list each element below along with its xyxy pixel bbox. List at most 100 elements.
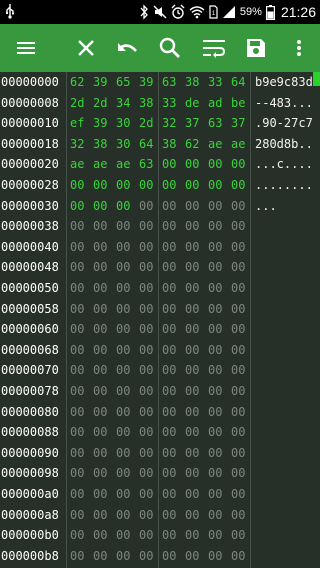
hex-byte[interactable]: 00 [185,199,199,213]
hex-byte[interactable]: 62 [185,137,199,151]
hex-byte[interactable]: 30 [116,137,130,151]
hex-byte[interactable]: 00 [208,425,222,439]
hex-byte[interactable]: 2d [93,96,107,110]
hex-byte[interactable]: 00 [208,384,222,398]
hex-byte[interactable]: 00 [93,384,107,398]
hex-byte[interactable]: 00 [162,199,176,213]
hex-byte[interactable]: 00 [116,363,130,377]
hex-byte[interactable]: 00 [93,549,107,563]
hex-byte[interactable]: 00 [162,302,176,316]
hex-byte[interactable]: 00 [162,260,176,274]
hex-view[interactable]: 00000000 62 39 65 39 63 38 33 64 b9e9c83d 00000008… [0,72,320,568]
hex-byte[interactable]: 00 [185,178,199,192]
hex-byte[interactable]: 00 [116,549,130,563]
hex-byte[interactable]: 00 [116,178,130,192]
hex-byte[interactable]: 00 [70,178,84,192]
save-icon[interactable] [236,24,276,72]
hex-byte[interactable]: 00 [139,302,153,316]
hex-byte[interactable]: 32 [162,116,176,130]
hex-byte[interactable]: 32 [70,137,84,151]
hex-byte[interactable]: 00 [70,466,84,480]
hex-byte[interactable]: 00 [231,199,245,213]
hex-byte[interactable]: 00 [93,446,107,460]
hex-byte[interactable]: 00 [116,466,130,480]
hex-byte[interactable]: 00 [185,446,199,460]
hex-byte[interactable]: 00 [162,322,176,336]
hex-byte[interactable]: 65 [116,75,130,89]
hex-byte[interactable]: 00 [139,219,153,233]
hex-byte[interactable]: ae [231,137,245,151]
hex-byte[interactable]: 00 [139,240,153,254]
hex-byte[interactable]: 00 [208,487,222,501]
hex-byte[interactable]: 00 [139,281,153,295]
hex-byte[interactable]: 63 [208,116,222,130]
hex-byte[interactable]: 00 [208,260,222,274]
hex-byte[interactable]: 33 [208,75,222,89]
ascii-text[interactable]: ... [255,199,277,213]
hex-byte[interactable]: 00 [208,199,222,213]
hex-byte[interactable]: 00 [231,425,245,439]
ascii-text[interactable]: 280d8b.. [255,137,313,151]
search-icon[interactable] [150,24,190,72]
hex-byte[interactable]: 2d [70,96,84,110]
hex-byte[interactable]: 00 [162,219,176,233]
hex-byte[interactable]: 00 [162,343,176,357]
hex-byte[interactable]: 64 [231,75,245,89]
hex-byte[interactable]: 00 [116,487,130,501]
hex-byte[interactable]: 00 [231,322,245,336]
hex-byte[interactable]: 00 [231,157,245,171]
hex-byte[interactable]: 00 [70,487,84,501]
hex-byte[interactable]: 00 [116,219,130,233]
hex-byte[interactable]: ae [208,137,222,151]
hex-byte[interactable]: 00 [139,508,153,522]
hex-byte[interactable]: 00 [139,405,153,419]
hex-byte[interactable]: 00 [93,363,107,377]
hex-byte[interactable]: 00 [208,281,222,295]
menu-icon[interactable] [6,24,46,72]
hex-byte[interactable]: 2d [139,116,153,130]
hex-byte[interactable]: 00 [93,466,107,480]
hex-byte[interactable]: 00 [93,487,107,501]
hex-byte[interactable]: 00 [116,528,130,542]
hex-byte[interactable]: 00 [162,528,176,542]
hex-byte[interactable]: 00 [116,199,130,213]
hex-byte[interactable]: 00 [139,363,153,377]
hex-byte[interactable]: 00 [231,343,245,357]
hex-byte[interactable]: 00 [162,281,176,295]
hex-byte[interactable]: 00 [162,508,176,522]
hex-byte[interactable]: 00 [139,446,153,460]
hex-byte[interactable]: 00 [185,384,199,398]
hex-byte[interactable]: 00 [93,240,107,254]
hex-byte[interactable]: 37 [185,116,199,130]
hex-byte[interactable]: ad [208,96,222,110]
hex-byte[interactable]: 00 [139,178,153,192]
hex-byte[interactable]: 00 [139,199,153,213]
hex-byte[interactable]: 00 [70,281,84,295]
hex-byte[interactable]: 00 [208,446,222,460]
hex-byte[interactable]: 00 [231,302,245,316]
hex-byte[interactable]: 00 [93,178,107,192]
hex-byte[interactable]: 00 [208,219,222,233]
undo-icon[interactable] [108,24,148,72]
hex-byte[interactable]: 00 [116,425,130,439]
hex-byte[interactable]: 00 [185,343,199,357]
hex-byte[interactable]: 30 [116,116,130,130]
ascii-text[interactable]: .90-27c7 [255,116,313,130]
hex-byte[interactable]: ae [116,157,130,171]
hex-byte[interactable]: 00 [139,343,153,357]
hex-byte[interactable]: 00 [93,281,107,295]
hex-byte[interactable]: 00 [208,157,222,171]
hex-byte[interactable]: 00 [185,425,199,439]
hex-byte[interactable]: 00 [116,322,130,336]
hex-byte[interactable]: 63 [139,157,153,171]
hex-byte[interactable]: 00 [162,549,176,563]
hex-byte[interactable]: 00 [93,199,107,213]
hex-byte[interactable]: 00 [139,466,153,480]
hex-byte[interactable]: 00 [162,466,176,480]
hex-byte[interactable]: 00 [185,487,199,501]
hex-byte[interactable]: 00 [162,157,176,171]
hex-byte[interactable]: 00 [231,487,245,501]
hex-byte[interactable]: 00 [162,446,176,460]
hex-byte[interactable]: 00 [231,260,245,274]
hex-byte[interactable]: ae [93,157,107,171]
